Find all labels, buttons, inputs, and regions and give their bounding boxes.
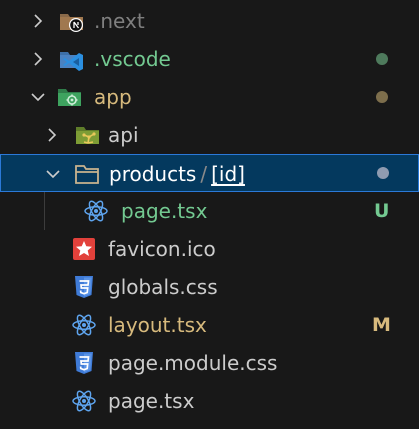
git-status-dot — [376, 53, 388, 65]
chevron-right-icon[interactable] — [28, 40, 48, 78]
react-icon — [82, 192, 110, 230]
nextjs-folder-icon — [58, 2, 86, 40]
tree-item-label: favicon.ico — [108, 237, 216, 261]
tree-item-page-module-css[interactable]: page.module.css — [0, 344, 419, 382]
favicon-icon — [70, 230, 98, 268]
api-folder-icon — [74, 116, 102, 154]
tree-item-api[interactable]: api — [0, 116, 419, 154]
tree-item-layout-tsx[interactable]: layout.tsx M — [0, 306, 419, 344]
tree-item-label: page.tsx — [108, 389, 195, 413]
chevron-down-icon[interactable] — [43, 155, 63, 193]
tree-item-products-id[interactable]: products / [id] — [0, 154, 419, 192]
chevron-right-icon[interactable] — [28, 2, 48, 40]
tree-item-page-tsx[interactable]: page.tsx U — [0, 192, 419, 230]
folder-open-icon — [73, 155, 101, 193]
react-icon — [70, 306, 98, 344]
tree-item-app[interactable]: app — [0, 78, 419, 116]
tree-item-label: .next — [94, 9, 145, 33]
tree-item-vscode[interactable]: .vscode — [0, 40, 419, 78]
tree-item-label: page.module.css — [108, 351, 278, 375]
git-status-untracked: U — [374, 200, 390, 222]
tree-item-label: .vscode — [94, 47, 171, 71]
tree-item-next[interactable]: .next — [0, 2, 419, 40]
chevron-right-icon[interactable] — [42, 116, 62, 154]
vscode-folder-icon — [58, 40, 86, 78]
tree-item-label: globals.css — [108, 275, 218, 299]
tree-item-label: page.tsx — [121, 199, 208, 223]
git-status-dot — [377, 167, 389, 179]
tree-item-page-tsx-root[interactable]: page.tsx — [0, 382, 419, 420]
folder-name-products: products — [109, 162, 197, 186]
tree-item-label: api — [108, 123, 139, 147]
tree-item-label: app — [94, 85, 132, 109]
git-status-dot — [376, 91, 388, 103]
git-status-modified: M — [372, 314, 391, 336]
tree-item-favicon[interactable]: favicon.ico — [0, 230, 419, 268]
tree-item-label: layout.tsx — [108, 313, 207, 337]
css-icon — [70, 344, 98, 382]
css-icon — [70, 268, 98, 306]
tree-item-globals-css[interactable]: globals.css — [0, 268, 419, 306]
file-explorer: .next .vscode app api products / [id] pa… — [0, 0, 419, 429]
tree-item-label: products / [id] — [109, 155, 245, 193]
path-separator: / — [200, 162, 208, 186]
chevron-down-icon[interactable] — [28, 78, 48, 116]
react-icon — [70, 382, 98, 420]
app-folder-icon — [56, 78, 84, 116]
folder-name-id: [id] — [211, 162, 245, 186]
